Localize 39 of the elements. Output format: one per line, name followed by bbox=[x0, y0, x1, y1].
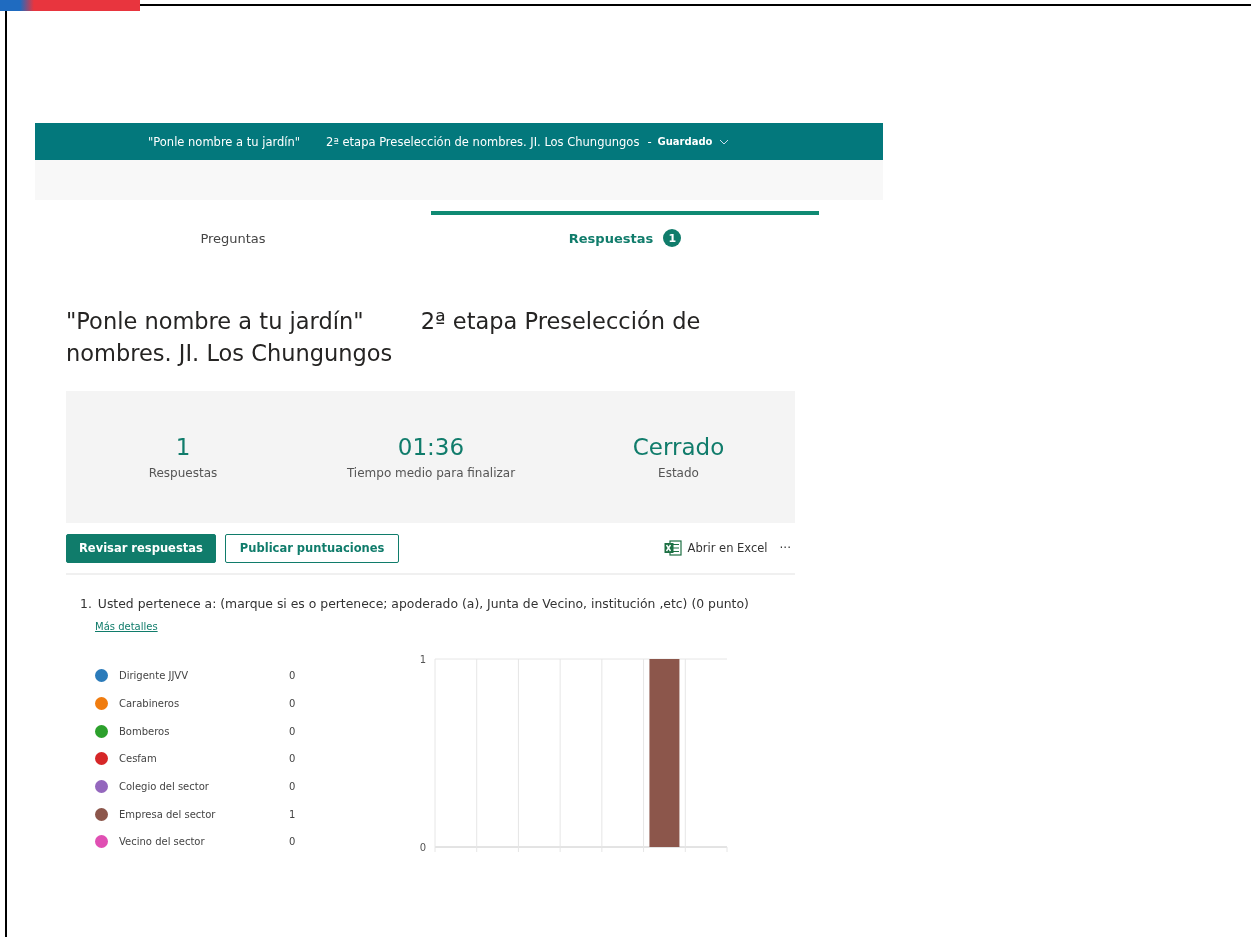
chevron-down-icon bbox=[719, 138, 730, 145]
option-label: Bomberos bbox=[119, 725, 171, 737]
separator-text: - bbox=[647, 134, 652, 149]
tab[interactable]: Respuestas 1 bbox=[431, 211, 819, 261]
option-count: 0 bbox=[289, 753, 296, 765]
publish-button[interactable]: Publicar puntuaciones bbox=[224, 533, 400, 563]
option-count: 0 bbox=[289, 670, 296, 682]
stat-label: Respuestas bbox=[148, 466, 218, 480]
option-label: Cesfam bbox=[119, 753, 158, 765]
form-title: "Ponle nombre a tu jardín" 2ª etapa Preselección de nombres. JI. Los Chungungos bbox=[66, 307, 702, 368]
stat-value: Cerrado bbox=[632, 434, 725, 460]
review-button[interactable]: Revisar respuestas bbox=[66, 533, 216, 563]
y-tick-label: 0 bbox=[419, 842, 426, 853]
question-text: Usted pertenece a: (marque si es o pertenece; apoderado (a), Junta de Vecino, institución ,etc) (0 punto) bbox=[97, 596, 749, 611]
form-name: "Ponle nombre a tu jardín" bbox=[148, 134, 301, 149]
more-options-button[interactable]: ··· bbox=[779, 541, 791, 555]
option-count: 0 bbox=[289, 698, 296, 710]
more-details-link[interactable]: Más detalles bbox=[95, 621, 158, 632]
stat-value: 1 bbox=[175, 434, 191, 460]
spreadsheet-icon bbox=[663, 540, 682, 556]
option-label: Empresa del sector bbox=[119, 808, 217, 820]
stat-label: Tiempo medio para finalizar bbox=[346, 466, 516, 480]
open-in-excel-link[interactable]: Abrir en Excel bbox=[687, 541, 768, 555]
form-subtitle: 2ª etapa Preselección de nombres. JI. Los Chungungos bbox=[326, 134, 640, 149]
stat-value: 01:36 bbox=[397, 434, 465, 460]
option-count: 1 bbox=[289, 808, 296, 820]
count-badge: 1 bbox=[663, 229, 682, 247]
y-tick-label: 1 bbox=[419, 654, 426, 665]
question-number: 1. bbox=[80, 596, 92, 611]
option-label: Carabineros bbox=[119, 698, 181, 710]
option-count: 0 bbox=[289, 725, 296, 737]
option-label: Vecino del sector bbox=[119, 836, 206, 848]
tab[interactable]: Preguntas bbox=[35, 211, 431, 261]
option-label: Dirigente JJVV bbox=[119, 670, 190, 682]
option-label: Colegio del sector bbox=[119, 781, 210, 793]
option-count: 0 bbox=[289, 781, 296, 793]
option-count: 0 bbox=[289, 836, 296, 848]
save-status-dropdown[interactable]: Guardado bbox=[657, 136, 730, 147]
stat-label: Estado bbox=[658, 466, 699, 480]
